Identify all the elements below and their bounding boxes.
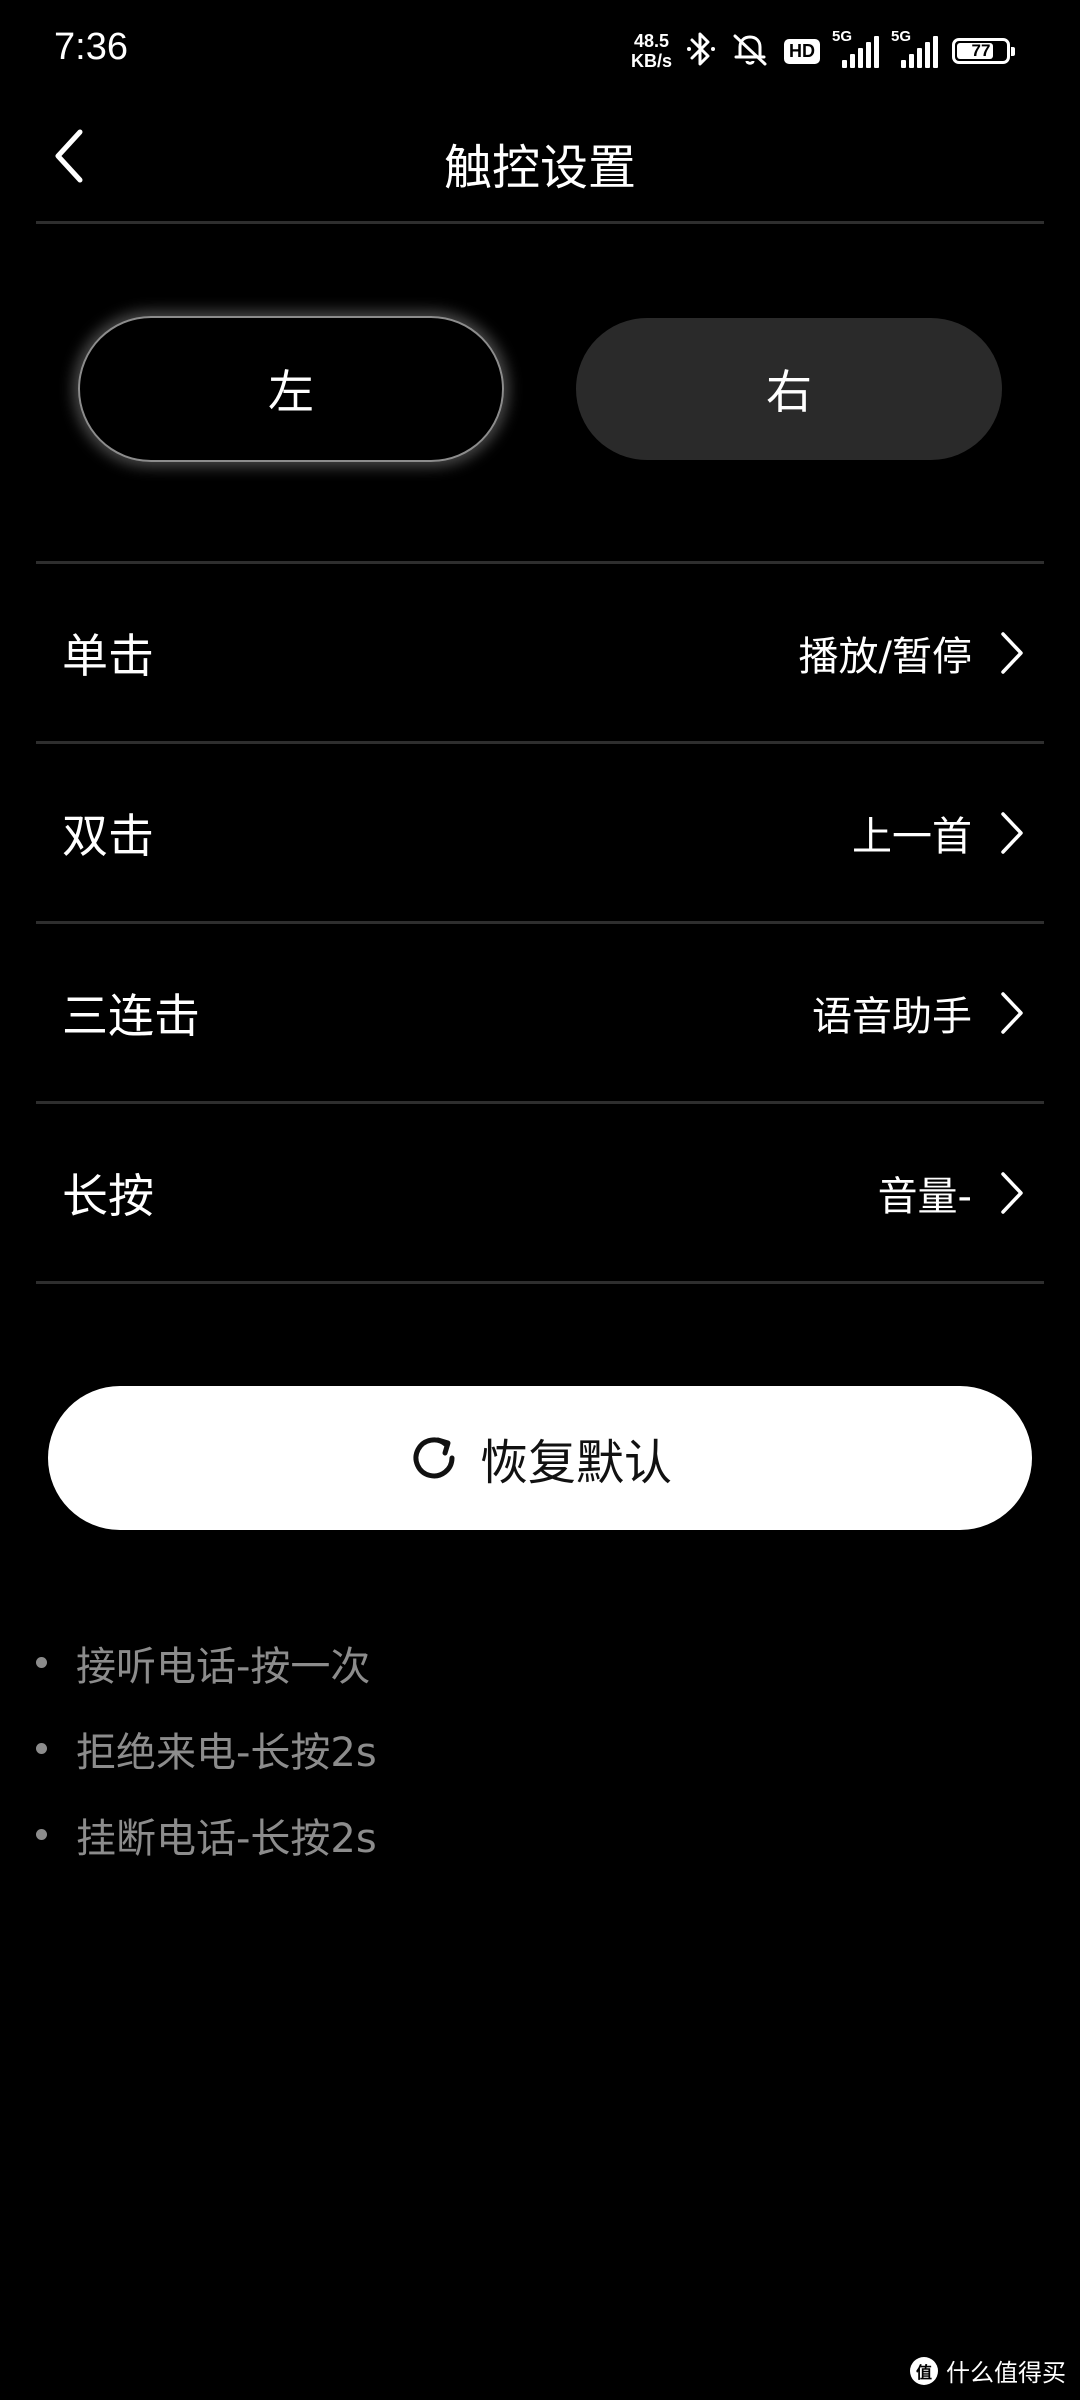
reset-default-button[interactable]: 恢复默认 bbox=[48, 1386, 1032, 1530]
refresh-icon bbox=[413, 1437, 455, 1479]
gesture-label: 双击 bbox=[62, 809, 154, 863]
signal-bar bbox=[925, 42, 930, 68]
chevron-right-icon bbox=[990, 924, 1034, 1102]
note-text: 拒绝来电-长按2s bbox=[76, 1730, 377, 1776]
watermark: 值 什么值得买 bbox=[910, 2353, 1066, 2388]
signal-bar bbox=[850, 54, 855, 68]
hd-voice-badge: HD bbox=[784, 38, 820, 64]
status-bar: 7:36 48.5 KB/s HD 5G 5G 77 bbox=[0, 0, 1080, 100]
net-speed-value: 48.5 bbox=[633, 31, 670, 51]
gesture-row-single-tap[interactable]: 单击 播放/暂停 bbox=[36, 564, 1044, 742]
signal-bar bbox=[874, 36, 879, 68]
gesture-row-long-press[interactable]: 长按 音量- bbox=[36, 1104, 1044, 1282]
signal-strength-2: 5G bbox=[891, 28, 938, 68]
gesture-row-triple-tap[interactable]: 三连击 语音助手 bbox=[36, 924, 1044, 1102]
signal-bar bbox=[901, 60, 906, 68]
watermark-text: 什么值得买 bbox=[946, 2359, 1066, 2387]
signal-bar bbox=[842, 60, 847, 68]
gesture-label: 三连击 bbox=[62, 989, 200, 1043]
header: 触控设置 bbox=[0, 100, 1080, 224]
header-divider bbox=[36, 221, 1044, 224]
note-item: 拒绝来电-长按2s bbox=[36, 1706, 1036, 1792]
signal-strength-1: 5G bbox=[832, 28, 879, 68]
note-text: 接听电话-按一次 bbox=[76, 1644, 371, 1690]
bluetooth-icon bbox=[686, 30, 716, 72]
signal-bar bbox=[909, 54, 914, 68]
bullet-dot-icon bbox=[36, 1743, 47, 1754]
signal-bar bbox=[866, 42, 871, 68]
signal-1-label: 5G bbox=[832, 28, 853, 45]
battery-percent: 77 bbox=[971, 41, 991, 60]
net-speed-unit: KB/s bbox=[630, 51, 672, 71]
chevron-right-icon bbox=[990, 564, 1034, 742]
net-speed: 48.5 KB/s bbox=[631, 31, 672, 71]
watermark-logo: 值 bbox=[910, 2356, 938, 2385]
status-icons: 48.5 KB/s HD 5G 5G 77 bbox=[631, 28, 1015, 74]
gesture-action: 上一首 bbox=[852, 814, 972, 860]
reset-label: 恢复默认 bbox=[479, 1435, 672, 1491]
row-divider bbox=[36, 1281, 1044, 1284]
gesture-label: 长按 bbox=[62, 1169, 154, 1223]
signal-bar bbox=[858, 48, 863, 68]
gesture-row-double-tap[interactable]: 双击 上一首 bbox=[36, 744, 1044, 922]
page-title: 触控设置 bbox=[443, 140, 636, 196]
bullet-dot-icon bbox=[36, 1657, 47, 1668]
note-item: 接听电话-按一次 bbox=[36, 1620, 1036, 1706]
left-earbud-tab[interactable]: 左 bbox=[78, 316, 504, 462]
bullet-dot-icon bbox=[36, 1829, 47, 1840]
signal-bar bbox=[933, 36, 938, 68]
note-item: 挂断电话-长按2s bbox=[36, 1792, 1036, 1878]
right-earbud-tab[interactable]: 右 bbox=[576, 318, 1002, 460]
note-text: 挂断电话-长按2s bbox=[76, 1816, 377, 1862]
signal-2-label: 5G bbox=[891, 28, 912, 45]
gesture-label: 单击 bbox=[62, 629, 154, 683]
chevron-right-icon bbox=[990, 744, 1034, 922]
status-time: 7:36 bbox=[54, 26, 128, 68]
gesture-action: 音量- bbox=[877, 1174, 972, 1220]
signal-bar bbox=[917, 48, 922, 68]
gesture-action: 语音助手 bbox=[812, 994, 972, 1040]
mute-bell-icon bbox=[730, 30, 770, 72]
gesture-action: 播放/暂停 bbox=[798, 634, 972, 680]
chevron-right-icon bbox=[990, 1104, 1034, 1282]
battery-icon: 77 bbox=[952, 38, 1015, 64]
call-controls-notes: 接听电话-按一次 拒绝来电-长按2s 挂断电话-长按2s bbox=[36, 1620, 1036, 1878]
